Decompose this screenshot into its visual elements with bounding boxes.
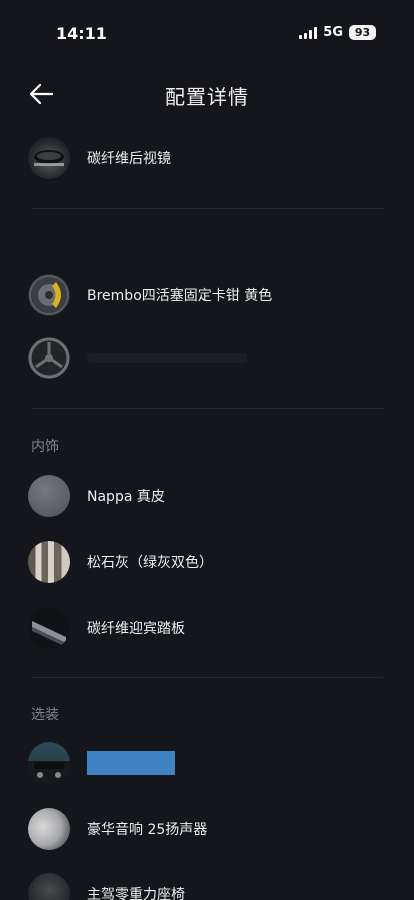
- wheel-thumbnail: [28, 337, 70, 379]
- list-item-seat[interactable]: 主驾零重力座椅: [28, 872, 386, 900]
- signal-icon: [299, 26, 318, 39]
- list-item-color[interactable]: 松石灰（绿灰双色）: [28, 540, 386, 584]
- item-label-mirror: 碳纤维后视镜: [87, 151, 171, 167]
- divider: [31, 208, 383, 209]
- sill-thumbnail: [28, 607, 70, 649]
- redacted-label: [87, 751, 175, 775]
- redacted-text: [87, 353, 247, 363]
- item-label-sill: 碳纤维迎宾踏板: [87, 621, 185, 637]
- status-time: 14:11: [56, 24, 107, 43]
- item-label-brake: Brembo四活塞固定卡钳 黄色: [87, 288, 273, 304]
- list-item-mirror[interactable]: 碳纤维后视镜: [28, 136, 386, 180]
- network-type: 5G: [323, 25, 343, 40]
- status-bar: 14:11 5G 93: [0, 0, 414, 64]
- option-thumbnail: [28, 742, 70, 784]
- mirror-thumbnail: [28, 137, 70, 179]
- leather-swatch: [28, 475, 70, 517]
- list-item-brake[interactable]: Brembo四活塞固定卡钳 黄色: [28, 273, 386, 317]
- seat-thumbnail: [28, 873, 70, 900]
- item-label-leather: Nappa 真皮: [87, 489, 165, 505]
- brake-caliper-thumbnail: [28, 274, 70, 316]
- list-item-leather[interactable]: Nappa 真皮: [28, 474, 386, 518]
- item-label-audio: 豪华音响 25扬声器: [87, 822, 208, 838]
- item-label-color: 松石灰（绿灰双色）: [87, 555, 213, 571]
- item-label-seat: 主驾零重力座椅: [87, 887, 185, 900]
- divider: [31, 677, 383, 678]
- divider: [31, 408, 383, 409]
- page-title: 配置详情: [165, 85, 249, 109]
- section-label-options: 选装: [31, 707, 59, 723]
- color-swatch: [28, 541, 70, 583]
- section-label-interior: 内饰: [31, 439, 59, 455]
- list-item-option-redacted[interactable]: [28, 741, 386, 785]
- nav-header: 配置详情: [0, 72, 414, 116]
- list-item-wheel[interactable]: [28, 336, 386, 380]
- list-item-sill[interactable]: 碳纤维迎宾踏板: [28, 606, 386, 650]
- list-item-audio[interactable]: 豪华音响 25扬声器: [28, 807, 386, 851]
- status-icons: 5G 93: [299, 25, 376, 40]
- audio-thumbnail: [28, 808, 70, 850]
- battery-icon: 93: [349, 25, 376, 40]
